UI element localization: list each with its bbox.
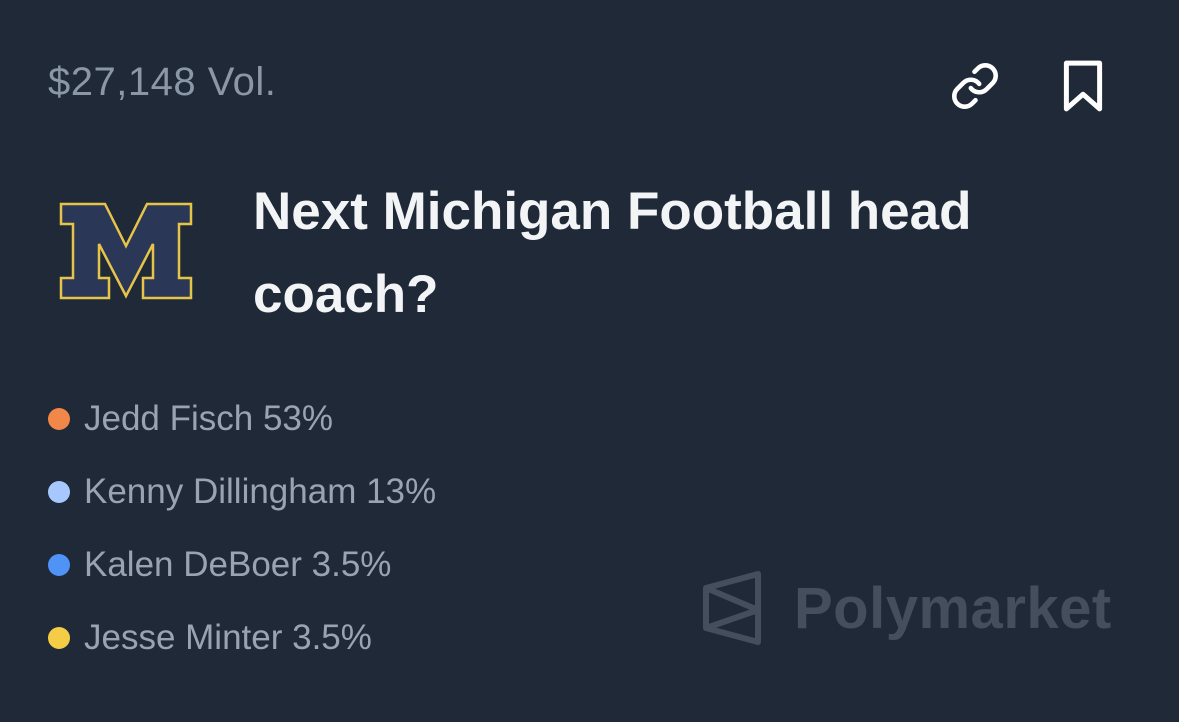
- market-title[interactable]: Next Michigan Football head coach?: [253, 170, 1133, 336]
- outcome-item[interactable]: Kalen DeBoer 3.5%: [48, 528, 436, 601]
- volume-label: $27,148 Vol.: [48, 60, 277, 104]
- watermark-text: Polymarket: [794, 575, 1112, 641]
- polymarket-watermark: Polymarket: [700, 570, 1112, 646]
- link-icon: [952, 63, 998, 109]
- outcome-color-dot: [48, 407, 70, 430]
- outcome-item[interactable]: Jedd Fisch 53%: [48, 382, 436, 455]
- bookmark-icon: [1063, 60, 1103, 112]
- outcome-label: Kenny Dillingham 13%: [84, 471, 437, 511]
- michigan-logo: [59, 202, 193, 300]
- copy-link-button[interactable]: [947, 58, 1003, 114]
- outcome-label: Jesse Minter 3.5%: [84, 617, 372, 657]
- outcome-color-dot: [48, 553, 70, 576]
- outcome-label: Kalen DeBoer 3.5%: [84, 544, 392, 584]
- outcome-item[interactable]: Kenny Dillingham 13%: [48, 455, 436, 528]
- outcome-list: Jedd Fisch 53% Kenny Dillingham 13% Kalen …: [48, 382, 436, 674]
- outcome-color-dot: [48, 626, 70, 649]
- outcome-label: Jedd Fisch 53%: [84, 398, 334, 438]
- outcome-item[interactable]: Jesse Minter 3.5%: [48, 601, 436, 674]
- bookmark-button[interactable]: [1055, 58, 1111, 114]
- outcome-color-dot: [48, 480, 70, 503]
- polymarket-logo-icon: [703, 571, 761, 645]
